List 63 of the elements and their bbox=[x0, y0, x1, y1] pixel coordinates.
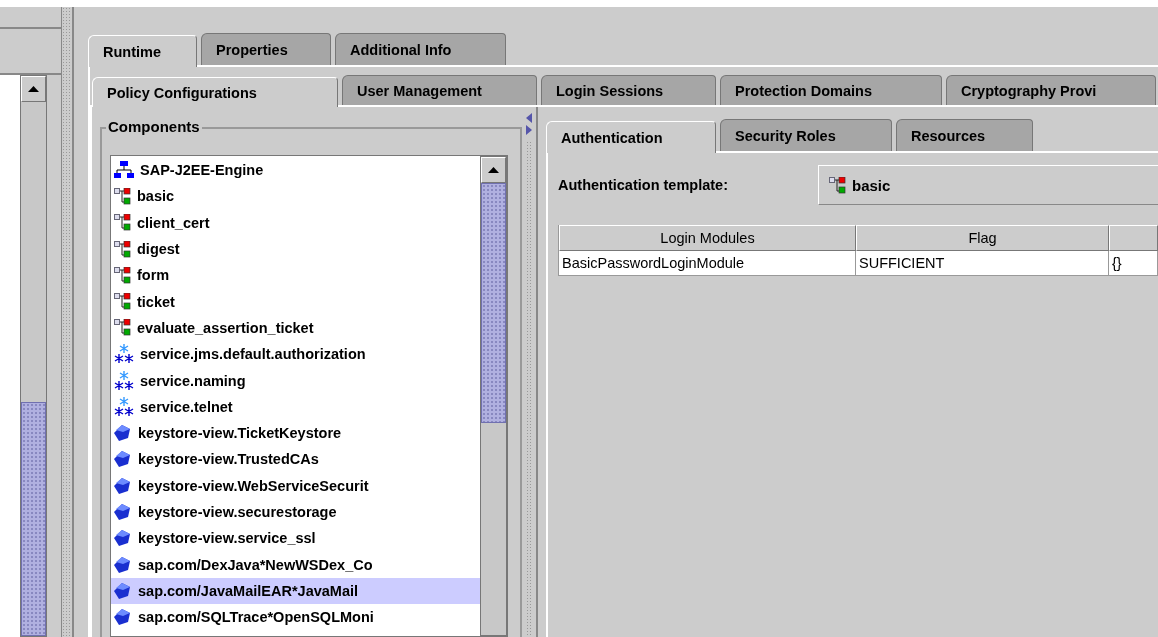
tree-node-icon bbox=[114, 293, 131, 311]
tab[interactable]: Runtime bbox=[88, 35, 197, 67]
tree-item[interactable]: ticket bbox=[111, 288, 480, 315]
template-dropdown[interactable]: basic bbox=[818, 165, 1158, 205]
tab[interactable]: User Management bbox=[342, 75, 537, 105]
hierarchy-icon bbox=[114, 161, 134, 180]
tree-node-icon bbox=[114, 187, 131, 205]
gem-icon bbox=[114, 504, 132, 520]
tab[interactable]: Properties bbox=[201, 33, 331, 65]
tab[interactable]: Protection Domains bbox=[720, 75, 942, 105]
tree-item[interactable]: keystore-view.securestorage bbox=[111, 498, 480, 526]
gem-icon bbox=[114, 477, 132, 494]
right-arrow-icon[interactable] bbox=[526, 125, 532, 135]
left-arrow-icon[interactable] bbox=[526, 113, 532, 123]
snowflake-icon bbox=[114, 344, 134, 365]
table-cell: SUFFICIENT bbox=[856, 251, 1109, 276]
tab[interactable]: Policy Configurations bbox=[92, 77, 338, 107]
tree-item[interactable]: form bbox=[111, 262, 480, 289]
gem-icon bbox=[114, 451, 132, 468]
tree-item[interactable]: sap.com/SQLTrace*OpenSQLMoni bbox=[111, 604, 480, 631]
table-cell: BasicPasswordLoginModule bbox=[559, 251, 856, 276]
tree-item[interactable]: evaluate_assertion_ticket bbox=[111, 314, 480, 342]
tree-node-icon bbox=[114, 240, 131, 258]
tab[interactable]: Security Roles bbox=[720, 119, 892, 151]
tree-node-icon bbox=[114, 266, 131, 284]
tab[interactable]: Additional Info bbox=[335, 33, 506, 65]
tree-item[interactable]: SAP-J2EE-Engine bbox=[111, 157, 480, 184]
tree-node-icon bbox=[829, 176, 846, 194]
tree-item[interactable]: client_cert bbox=[111, 209, 480, 236]
snowflake-icon bbox=[114, 370, 134, 391]
tree-item[interactable]: sap.com/DexJava*NewWSDex_Co bbox=[111, 551, 480, 578]
scrollbar[interactable] bbox=[480, 156, 507, 636]
tree-item[interactable]: keystore-view.TrustedCAs bbox=[111, 446, 480, 473]
up-arrow-icon bbox=[488, 167, 499, 173]
table-cell: {} bbox=[1109, 251, 1158, 276]
scrollbar[interactable] bbox=[20, 75, 47, 637]
tab[interactable]: Cryptography Provi bbox=[946, 75, 1156, 105]
gem-icon bbox=[114, 582, 132, 599]
tree-item[interactable]: basic bbox=[111, 183, 480, 210]
tree-item[interactable]: keystore-view.TicketKeystore bbox=[111, 419, 480, 447]
tab[interactable]: Resources bbox=[896, 119, 1033, 151]
tree-item[interactable]: digest bbox=[111, 235, 480, 263]
column-header[interactable]: Flag bbox=[856, 225, 1109, 251]
tree-node-icon bbox=[114, 214, 131, 232]
up-arrow-icon bbox=[28, 86, 39, 92]
gem-icon bbox=[114, 530, 132, 547]
tree-item[interactable]: service.telnet bbox=[111, 393, 480, 420]
gem-icon bbox=[114, 425, 132, 442]
tree-item[interactable]: sap.com/JavaMailEAR*JavaMail bbox=[111, 577, 480, 605]
tree-item[interactable]: service.jms.default.authorization bbox=[111, 341, 480, 368]
field-label: Authentication template: bbox=[558, 177, 729, 193]
tree-item[interactable]: keystore-view.service_ssl bbox=[111, 525, 480, 552]
splitter-handle[interactable] bbox=[62, 7, 72, 637]
tree-node-icon bbox=[114, 319, 131, 337]
tree-item[interactable]: keystore-view.WebServiceSecurit bbox=[111, 472, 480, 499]
column-header[interactable]: Login Modules bbox=[559, 225, 856, 251]
snowflake-icon bbox=[114, 396, 134, 417]
tree-item[interactable]: service.naming bbox=[111, 367, 480, 394]
gem-icon bbox=[114, 556, 132, 573]
tab[interactable]: Authentication bbox=[546, 121, 716, 153]
tab[interactable]: Login Sessions bbox=[541, 75, 716, 105]
gem-icon bbox=[114, 609, 132, 626]
column-header[interactable] bbox=[1109, 225, 1158, 251]
